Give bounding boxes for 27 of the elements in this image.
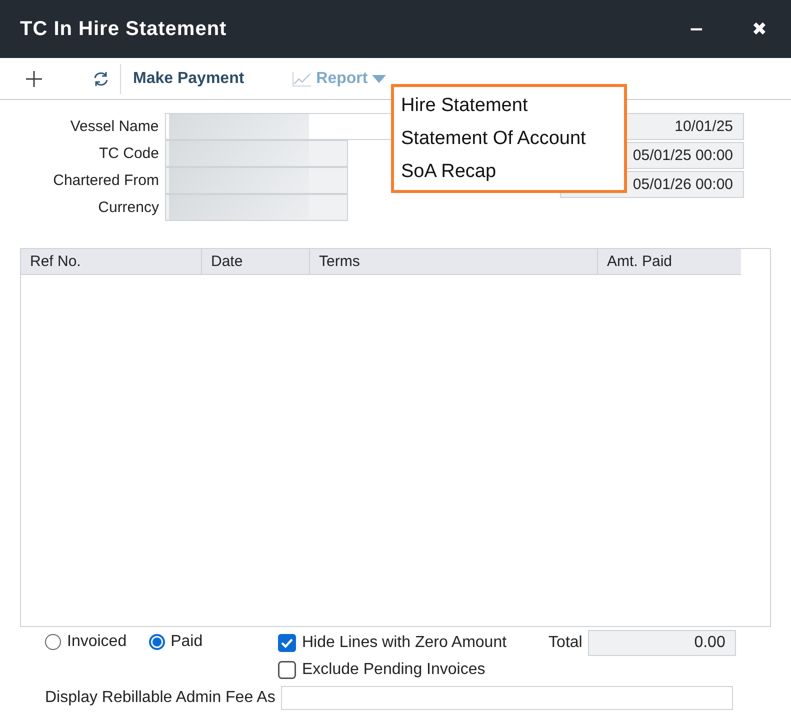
field-label: TC Code bbox=[98, 145, 160, 162]
admin-fee-label: Display Rebillable Admin Fee As bbox=[45, 689, 276, 707]
field-label: Chartered From bbox=[52, 172, 160, 189]
chart-icon bbox=[292, 70, 312, 86]
admin-fee-field[interactable] bbox=[281, 686, 734, 710]
column-header[interactable]: Amt. Paid bbox=[598, 249, 741, 274]
checkbox-option[interactable]: Exclude Pending Invoices bbox=[278, 661, 507, 679]
checkbox-option[interactable]: Hide Lines with Zero Amount bbox=[278, 634, 507, 652]
field-label: Vessel Name bbox=[69, 118, 160, 135]
refresh-icon[interactable] bbox=[92, 70, 110, 88]
column-header[interactable]: Ref No. bbox=[21, 249, 202, 274]
column-header[interactable]: Date bbox=[202, 249, 310, 274]
radio-option[interactable]: Invoiced bbox=[45, 633, 127, 651]
text-field[interactable] bbox=[165, 194, 348, 221]
make-payment-button[interactable]: Make Payment bbox=[133, 70, 244, 88]
add-icon[interactable] bbox=[24, 68, 44, 88]
field-label: Currency bbox=[97, 199, 160, 216]
total-field: 0.00 bbox=[588, 630, 736, 656]
text-field[interactable] bbox=[165, 167, 348, 194]
text-field[interactable] bbox=[165, 140, 348, 167]
total-label: Total bbox=[548, 634, 582, 652]
caret-icon bbox=[372, 74, 386, 84]
close-button[interactable]: ✖ bbox=[748, 18, 771, 40]
window-title: TC In Hire Statement bbox=[20, 18, 228, 40]
column-header[interactable]: Terms bbox=[310, 249, 598, 274]
minimize-button[interactable]: − bbox=[684, 18, 708, 40]
radio-option[interactable]: Paid bbox=[148, 633, 203, 651]
